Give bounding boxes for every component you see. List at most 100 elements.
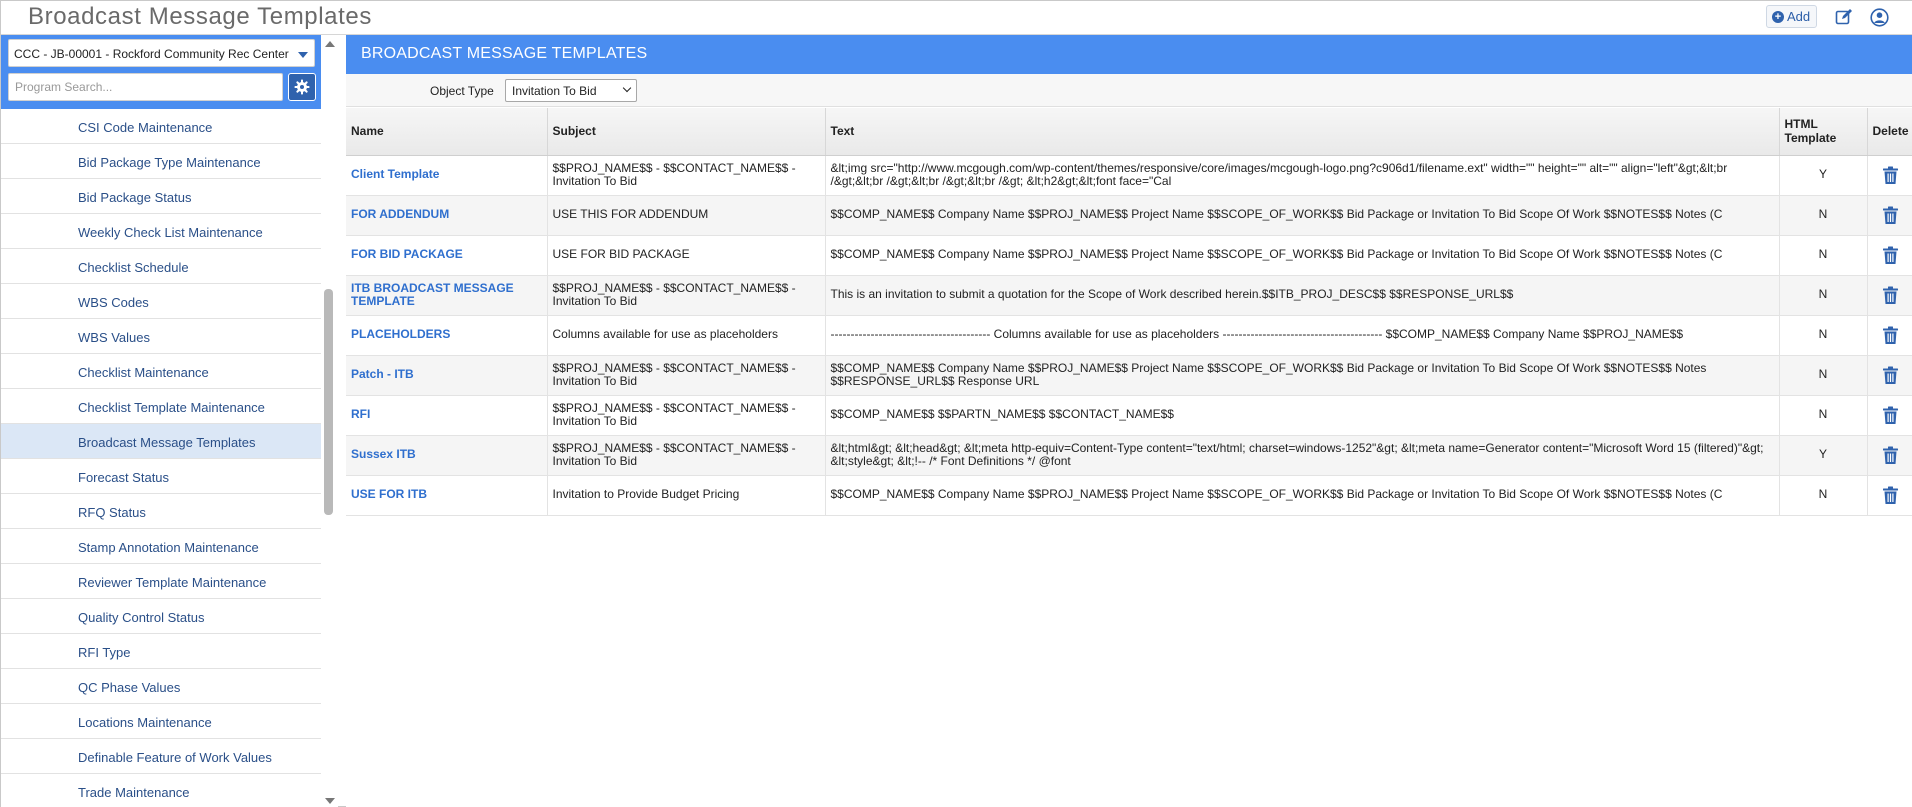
table-row: ITB BROADCAST MESSAGE TEMPLATE $$PROJ_NAM… xyxy=(346,275,1912,316)
sidebar-item[interactable]: Weekly Check List Maintenance xyxy=(1,214,321,249)
trash-icon xyxy=(1882,326,1899,344)
search-settings-button[interactable] xyxy=(288,73,316,101)
template-text: $$COMP_NAME$$ Company Name $$PROJ_NAME$$… xyxy=(825,235,1780,276)
template-text: ----------------------------------------… xyxy=(825,315,1780,356)
table-row: USE FOR ITB Invitation to Provide Budget … xyxy=(346,475,1912,516)
sidebar-item[interactable]: QC Phase Values xyxy=(1,669,321,704)
column-header-name[interactable]: Name xyxy=(346,108,548,156)
template-subject: $$PROJ_NAME$$ - $$CONTACT_NAME$$ - Invit… xyxy=(547,435,826,476)
template-name-link[interactable]: Client Template xyxy=(346,155,548,196)
delete-button[interactable] xyxy=(1867,235,1912,276)
sidebar-item[interactable]: Reviewer Template Maintenance xyxy=(1,564,321,599)
scroll-up-arrow-icon[interactable] xyxy=(325,41,335,47)
delete-button[interactable] xyxy=(1867,315,1912,356)
sidebar-item[interactable]: Broadcast Message Templates xyxy=(1,424,321,459)
trash-icon xyxy=(1882,446,1899,464)
sidebar-scrollbar[interactable] xyxy=(321,35,338,807)
template-text: $$COMP_NAME$$ Company Name $$PROJ_NAME$$… xyxy=(825,195,1780,236)
title-bar: Broadcast Message Templates + Add xyxy=(1,1,1912,35)
sidebar-item[interactable]: RFQ Status xyxy=(1,494,321,529)
sidebar-item[interactable]: Bid Package Status xyxy=(1,179,321,214)
sidebar: CCC - JB-00001 - Rockford Community Rec … xyxy=(1,35,338,807)
add-button[interactable]: + Add xyxy=(1766,5,1818,28)
trash-icon xyxy=(1882,206,1899,224)
sidebar-item[interactable]: Trade Maintenance xyxy=(1,774,321,807)
template-name-link[interactable]: FOR BID PACKAGE xyxy=(346,235,548,276)
sidebar-item[interactable]: Quality Control Status xyxy=(1,599,321,634)
sidebar-item[interactable]: Locations Maintenance xyxy=(1,704,321,739)
delete-button[interactable] xyxy=(1867,435,1912,476)
template-name-link[interactable]: PLACEHOLDERS xyxy=(346,315,548,356)
column-header-subject[interactable]: Subject xyxy=(547,108,826,156)
plus-icon: + xyxy=(1772,10,1784,23)
scroll-down-arrow-icon[interactable] xyxy=(325,798,335,804)
sidebar-item[interactable]: Stamp Annotation Maintenance xyxy=(1,529,321,564)
table-row: PLACEHOLDERS Columns available for use as… xyxy=(346,315,1912,356)
sidebar-item[interactable]: Checklist Schedule xyxy=(1,249,321,284)
html-template-flag: N xyxy=(1779,275,1868,316)
trash-icon xyxy=(1882,486,1899,504)
template-subject: $$PROJ_NAME$$ - $$CONTACT_NAME$$ - Invit… xyxy=(547,275,826,316)
html-template-flag: N xyxy=(1779,195,1868,236)
column-header-html-template[interactable]: HTML Template xyxy=(1779,108,1868,156)
template-subject: USE FOR BID PACKAGE xyxy=(547,235,826,276)
sidebar-item[interactable]: Forecast Status xyxy=(1,459,321,494)
template-subject: USE THIS FOR ADDENDUM xyxy=(547,195,826,236)
user-account-icon[interactable] xyxy=(1868,6,1890,28)
templates-table: Name Subject Text HTML Template Delete C… xyxy=(346,108,1912,516)
template-text: &lt;img src="http://www.mcgough.com/wp-c… xyxy=(825,155,1780,196)
html-template-flag: N xyxy=(1779,475,1868,516)
app-title: Broadcast Message Templates xyxy=(28,3,372,30)
sidebar-item[interactable]: Checklist Maintenance xyxy=(1,354,321,389)
html-template-flag: Y xyxy=(1779,155,1868,196)
table-row: Patch - ITB $$PROJ_NAME$$ - $$CONTACT_NAM… xyxy=(346,355,1912,396)
object-type-value: Invitation To Bid xyxy=(512,84,597,98)
edit-icon[interactable] xyxy=(1833,6,1855,28)
template-subject: Columns available for use as placeholder… xyxy=(547,315,826,356)
filter-row: Object Type Invitation To Bid xyxy=(346,74,1912,107)
sidebar-item[interactable]: WBS Values xyxy=(1,319,321,354)
template-name-link[interactable]: Patch - ITB xyxy=(346,355,548,396)
html-template-flag: N xyxy=(1779,395,1868,436)
column-header-delete: Delete xyxy=(1867,108,1912,156)
html-template-flag: N xyxy=(1779,235,1868,276)
delete-button[interactable] xyxy=(1867,355,1912,396)
sidebar-item[interactable]: CSI Code Maintenance xyxy=(1,109,321,144)
add-button-label: Add xyxy=(1787,9,1811,24)
template-name-link[interactable]: USE FOR ITB xyxy=(346,475,548,516)
project-select[interactable]: CCC - JB-00001 - Rockford Community Rec … xyxy=(8,39,315,67)
sidebar-item[interactable]: Checklist Template Maintenance xyxy=(1,389,321,424)
template-name-link[interactable]: Sussex ITB xyxy=(346,435,548,476)
sidebar-item[interactable]: Definable Feature of Work Values xyxy=(1,739,321,774)
page-title: BROADCAST MESSAGE TEMPLATES xyxy=(346,35,1912,74)
template-subject: Invitation to Provide Budget Pricing xyxy=(547,475,826,516)
sidebar-controls: CCC - JB-00001 - Rockford Community Rec … xyxy=(1,35,321,109)
template-name-link[interactable]: RFI xyxy=(346,395,548,436)
table-row: FOR BID PACKAGE USE FOR BID PACKAGE $$COMP… xyxy=(346,235,1912,276)
sidebar-item[interactable]: RFI Type xyxy=(1,634,321,669)
sidebar-item[interactable]: WBS Codes xyxy=(1,284,321,319)
delete-button[interactable] xyxy=(1867,395,1912,436)
delete-button[interactable] xyxy=(1867,195,1912,236)
template-text: $$COMP_NAME$$ Company Name $$PROJ_NAME$$… xyxy=(825,355,1780,396)
template-subject: $$PROJ_NAME$$ - $$CONTACT_NAME$$ - Invit… xyxy=(547,395,826,436)
object-type-select[interactable]: Invitation To Bid xyxy=(505,79,637,102)
template-text: This is an invitation to submit a quotat… xyxy=(825,275,1780,316)
delete-button[interactable] xyxy=(1867,275,1912,316)
trash-icon xyxy=(1882,286,1899,304)
main-panel: BROADCAST MESSAGE TEMPLATES Object Type … xyxy=(346,35,1912,807)
table-row: FOR ADDENDUM USE THIS FOR ADDENDUM $$COMP_… xyxy=(346,195,1912,236)
table-row: Client Template $$PROJ_NAME$$ - $$CONTACT… xyxy=(346,155,1912,196)
scroll-thumb[interactable] xyxy=(324,289,333,515)
template-name-link[interactable]: ITB BROADCAST MESSAGE TEMPLATE xyxy=(346,275,548,316)
table-row: Sussex ITB $$PROJ_NAME$$ - $$CONTACT_NAME… xyxy=(346,435,1912,476)
program-nav-list: CSI Code Maintenance Bid Package Type Mai… xyxy=(1,109,321,807)
program-search-input[interactable] xyxy=(8,73,283,101)
template-name-link[interactable]: FOR ADDENDUM xyxy=(346,195,548,236)
trash-icon xyxy=(1882,406,1899,424)
sidebar-item[interactable]: Bid Package Type Maintenance xyxy=(1,144,321,179)
delete-button[interactable] xyxy=(1867,155,1912,196)
trash-icon xyxy=(1882,166,1899,184)
delete-button[interactable] xyxy=(1867,475,1912,516)
column-header-text[interactable]: Text xyxy=(825,108,1780,156)
